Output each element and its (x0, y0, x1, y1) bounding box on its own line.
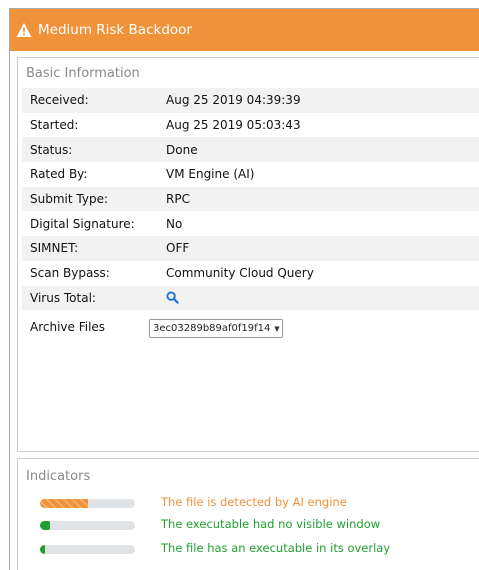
dialog-title: Medium Risk Backdoor (38, 22, 192, 38)
row-label: SIMNET: (30, 241, 79, 256)
row-value: Community Cloud Query (166, 266, 314, 281)
row-value: OFF (166, 241, 190, 256)
indicator-bar (40, 545, 135, 554)
indicator-text: The file is detected by AI engine (161, 495, 347, 509)
row-rated-by: Rated By: VM Engine (AI) (22, 162, 479, 187)
indicator-bar-fill (40, 545, 45, 554)
row-submit-type: Submit Type: RPC (22, 186, 479, 212)
archive-files-selected: 3ec03289b89af0f19f14 (153, 323, 271, 334)
row-value: RPC (166, 192, 190, 207)
row-label: Submit Type: (30, 192, 108, 207)
indicator-item: The executable had no visible window (18, 517, 478, 533)
row-simnet: SIMNET: OFF (22, 236, 479, 261)
section-title: Indicators (26, 469, 91, 484)
row-label: Started: (30, 118, 79, 133)
indicator-item: The file has an executable in its overla… (18, 541, 478, 557)
basic-information-panel: Basic Information Received: Aug 25 2019 … (17, 57, 479, 452)
row-digital-signature: Digital Signature: No (22, 211, 479, 236)
warning-icon (16, 23, 32, 37)
row-started: Started: Aug 25 2019 05:03:43 (22, 113, 479, 138)
archive-files-row: Archive Files 3ec03289b89af0f19f14 ▼ (22, 315, 479, 341)
row-label: Digital Signature: (30, 216, 135, 231)
indicator-bar (40, 499, 135, 508)
row-value: VM Engine (AI) (166, 167, 255, 182)
row-label: Virus Total: (30, 290, 96, 305)
row-status: Status: Done (22, 137, 479, 163)
indicator-bar-fill (40, 499, 88, 508)
dropdown-arrow-icon: ▼ (274, 324, 280, 333)
section-title: Basic Information (26, 66, 140, 81)
row-value: Done (166, 142, 198, 157)
row-label: Received: (30, 93, 89, 108)
indicators-panel: Indicators The file is detected by AI en… (17, 458, 479, 570)
archive-files-select[interactable]: 3ec03289b89af0f19f14 ▼ (149, 319, 283, 338)
row-scan-bypass: Scan Bypass: Community Cloud Query (22, 261, 479, 286)
row-virus-total: Virus Total: (22, 285, 479, 311)
title-bar: Medium Risk Backdoor (10, 9, 479, 51)
row-received: Received: Aug 25 2019 04:39:39 (22, 88, 479, 113)
indicator-bar (40, 521, 135, 530)
row-label: Scan Bypass: (30, 266, 110, 281)
indicator-bar-fill (40, 521, 50, 530)
info-table: Received: Aug 25 2019 04:39:39 Started: … (22, 88, 479, 311)
search-icon[interactable] (166, 290, 179, 304)
archive-files-label: Archive Files (30, 320, 106, 334)
indicator-item: The file is detected by AI engine (18, 495, 478, 511)
row-label: Status: (30, 142, 73, 157)
indicator-text: The file has an executable in its overla… (161, 541, 391, 555)
row-value: Aug 25 2019 04:39:39 (166, 93, 301, 108)
indicator-text: The executable had no visible window (161, 517, 381, 531)
row-label: Rated By: (30, 167, 88, 182)
row-value: No (166, 216, 183, 231)
row-value: Aug 25 2019 05:03:43 (166, 118, 301, 133)
